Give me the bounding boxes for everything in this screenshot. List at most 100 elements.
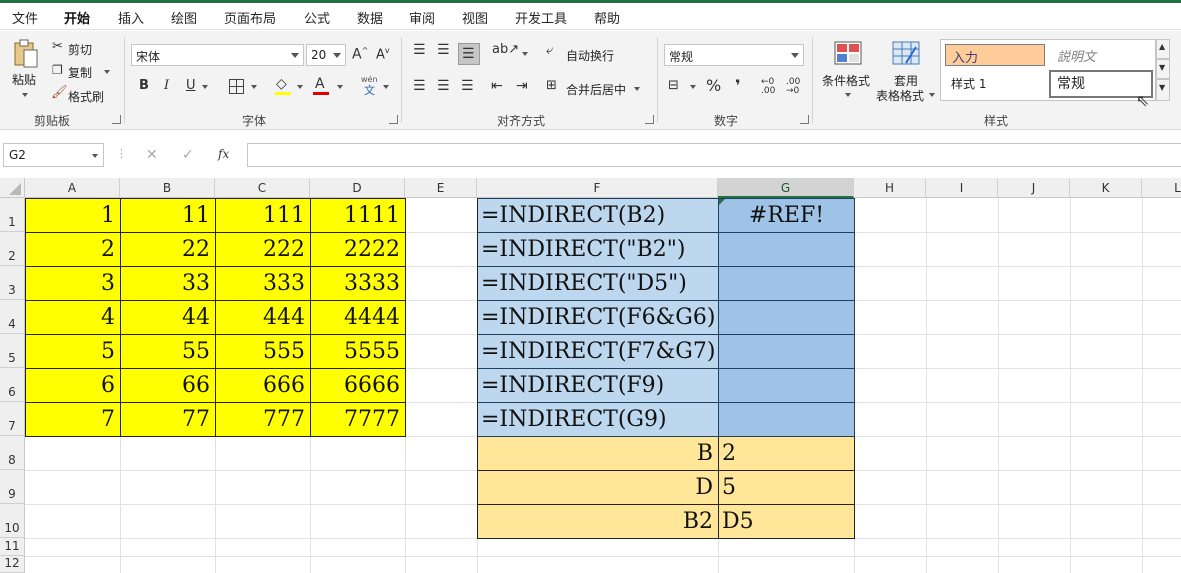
row-header-3[interactable]: 3	[0, 266, 25, 300]
borders-icon[interactable]	[229, 79, 244, 94]
merge-center-icon[interactable]: ⊞	[546, 79, 557, 92]
pinyin-icon[interactable]: wén	[361, 76, 378, 84]
cell-g7[interactable]	[719, 403, 855, 437]
gallery-scroll-down[interactable]: ▼	[1156, 59, 1170, 79]
bold-button[interactable]: B	[139, 79, 149, 92]
row-header-8[interactable]: 8	[0, 436, 25, 470]
wrap-text-button[interactable]: 自动换行	[566, 47, 614, 64]
font-launcher-icon[interactable]	[389, 115, 398, 124]
format-table-dropdown-icon[interactable]	[929, 93, 935, 97]
cell-f2[interactable]: =INDIRECT("B2")	[478, 233, 719, 267]
select-all-corner[interactable]	[0, 178, 25, 198]
comma-button[interactable]: ❜	[735, 78, 741, 94]
font-name-combo[interactable]: 宋体	[131, 44, 304, 66]
menu-help[interactable]: 帮助	[594, 8, 620, 27]
percent-button[interactable]: %	[706, 78, 721, 94]
row-header-7[interactable]: 7	[0, 402, 25, 436]
increase-indent-icon[interactable]: ⇥	[516, 79, 528, 93]
column-header-a[interactable]: A	[25, 178, 120, 198]
cell-f8[interactable]: B	[478, 437, 719, 471]
copy-button[interactable]: 复制	[68, 64, 92, 81]
row-header-9[interactable]: 9	[0, 470, 25, 504]
cell-f7[interactable]: =INDIRECT(G9)	[478, 403, 719, 437]
cell-d1[interactable]: 1111	[311, 199, 406, 233]
insert-function-button[interactable]: fx	[218, 148, 229, 160]
cell-g4[interactable]	[719, 301, 855, 335]
menu-review[interactable]: 审阅	[409, 8, 435, 27]
row-header-6[interactable]: 6	[0, 368, 25, 402]
gallery-scroll-up[interactable]: ▲	[1156, 39, 1170, 59]
cell-c5[interactable]: 555	[216, 335, 311, 369]
row-header-2[interactable]: 2	[0, 232, 25, 266]
menu-page-layout[interactable]: 页面布局	[224, 8, 276, 27]
cell-a4[interactable]: 4	[26, 301, 121, 335]
wrap-text-icon[interactable]: ⤶	[546, 44, 553, 57]
font-color-dropdown-icon[interactable]	[337, 85, 343, 89]
menu-draw[interactable]: 绘图	[171, 8, 197, 27]
font-color-icon[interactable]: A	[315, 77, 325, 91]
row-header-10[interactable]: 10	[0, 504, 25, 538]
cell-g5[interactable]	[719, 335, 855, 369]
name-box[interactable]: G2	[3, 143, 104, 167]
cell-a6[interactable]: 6	[26, 369, 121, 403]
alignment-launcher-icon[interactable]	[645, 115, 654, 124]
row-header-5[interactable]: 5	[0, 334, 25, 368]
cell-b2[interactable]: 22	[121, 233, 216, 267]
cell-a3[interactable]: 3	[26, 267, 121, 301]
row-header-11[interactable]: 11	[0, 538, 25, 556]
borders-dropdown-icon[interactable]	[251, 85, 257, 89]
conditional-dropdown-icon[interactable]	[845, 93, 851, 97]
cell-f5[interactable]: =INDIRECT(F7&G7)	[478, 335, 719, 369]
accounting-dropdown-icon[interactable]	[690, 85, 696, 89]
cell-g1[interactable]: #REF!	[719, 199, 855, 233]
pinyin-dropdown-icon[interactable]	[383, 85, 389, 89]
format-painter-button[interactable]: 格式刷	[68, 88, 104, 105]
align-top-icon[interactable]: ☰	[413, 43, 426, 57]
cell-b6[interactable]: 66	[121, 369, 216, 403]
cell-f10[interactable]: B2	[478, 505, 719, 539]
cell-a2[interactable]: 2	[26, 233, 121, 267]
clipboard-launcher-icon[interactable]	[112, 115, 121, 124]
cell-d7[interactable]: 7777	[311, 403, 406, 437]
format-as-table-line2[interactable]: 表格格式	[876, 87, 924, 104]
cell-g8[interactable]: 2	[719, 437, 855, 471]
cut-button[interactable]: 剪切	[68, 41, 92, 58]
copy-icon[interactable]: ❐	[52, 64, 63, 76]
cell-g3[interactable]	[719, 267, 855, 301]
cell-f9[interactable]: D	[478, 471, 719, 505]
gallery-expand[interactable]: ▼	[1156, 79, 1170, 101]
orientation-dropdown-icon[interactable]	[522, 52, 528, 56]
column-header-e[interactable]: E	[405, 178, 477, 198]
cell-c3[interactable]: 333	[216, 267, 311, 301]
fill-color-icon[interactable]: ◇	[276, 77, 287, 91]
menu-formulas[interactable]: 公式	[304, 8, 330, 27]
number-format-combo[interactable]: 常规	[664, 44, 804, 66]
column-header-i[interactable]: I	[926, 178, 998, 198]
menu-home[interactable]: 开始	[64, 8, 91, 34]
align-right-icon[interactable]: ☰	[461, 79, 474, 93]
column-header-g[interactable]: G	[718, 178, 854, 198]
accounting-icon[interactable]: ⊟	[668, 79, 679, 92]
cell-b1[interactable]: 11	[121, 199, 216, 233]
column-header-l[interactable]: L	[1142, 178, 1181, 198]
column-header-k[interactable]: K	[1070, 178, 1142, 198]
cell-a1[interactable]: 1	[26, 199, 121, 233]
cell-c2[interactable]: 222	[216, 233, 311, 267]
row-header-1[interactable]: 1	[0, 198, 25, 232]
column-header-c[interactable]: C	[215, 178, 310, 198]
formula-input[interactable]	[247, 143, 1181, 167]
cell-c4[interactable]: 444	[216, 301, 311, 335]
style-explanatory[interactable]: 説明文	[1051, 44, 1151, 66]
cell-f1[interactable]: =INDIRECT(B2)	[478, 199, 719, 233]
decrease-decimal-icon[interactable]: .00 →0	[786, 78, 800, 96]
increase-font-icon[interactable]: A^	[352, 47, 368, 62]
underline-button[interactable]: U	[186, 79, 196, 92]
menu-view[interactable]: 视图	[462, 8, 488, 27]
cell-g6[interactable]	[719, 369, 855, 403]
cell-f4[interactable]: =INDIRECT(F6&G6)	[478, 301, 719, 335]
cell-f6[interactable]: =INDIRECT(F9)	[478, 369, 719, 403]
paste-button[interactable]: 粘贴	[12, 71, 36, 88]
menu-insert[interactable]: 插入	[118, 8, 144, 27]
menu-developer[interactable]: 开发工具	[515, 8, 567, 27]
cell-d5[interactable]: 5555	[311, 335, 406, 369]
